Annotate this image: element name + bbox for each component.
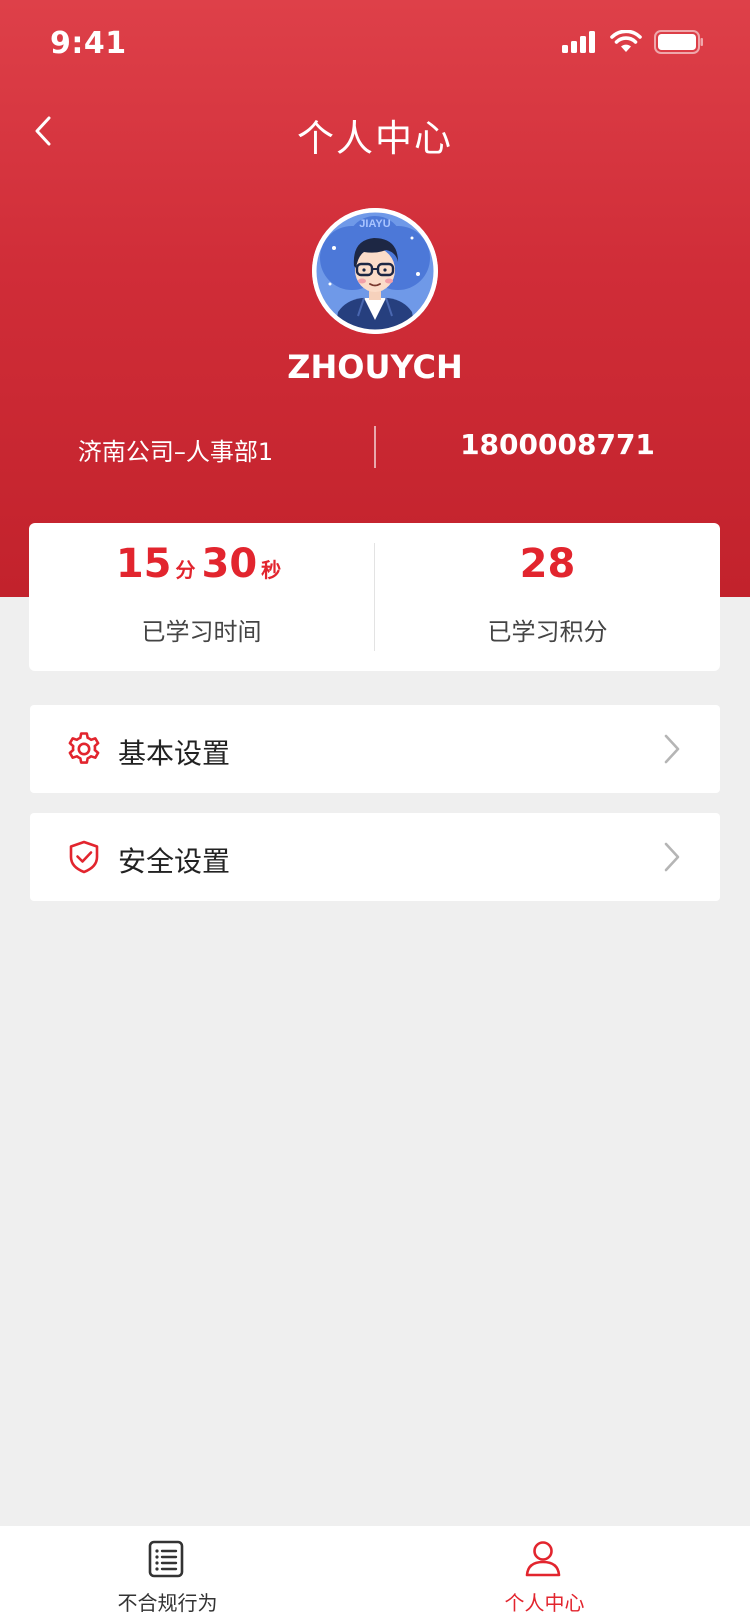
menu-item-basic-settings[interactable]: 基本设置 bbox=[30, 705, 720, 793]
wifi-icon bbox=[610, 30, 642, 52]
status-time: 9:41 bbox=[50, 26, 127, 61]
tab-label-personal-center: 个人中心 bbox=[504, 1591, 585, 1615]
study-time-value: 15 分 30 秒 bbox=[29, 541, 374, 587]
menu-item-security-settings[interactable]: 安全设置 bbox=[30, 813, 720, 901]
points-label: 已学习积分 bbox=[487, 618, 608, 646]
user-icon bbox=[525, 1541, 560, 1577]
study-minutes: 15 bbox=[115, 541, 172, 587]
profile-info-row: 济南公司–人事部1 1800008771 bbox=[0, 426, 750, 468]
tab-personal-center[interactable]: 个人中心 bbox=[375, 1526, 750, 1624]
minutes-unit: 分 bbox=[175, 558, 196, 582]
profile-header: 9:41 个人中心 JIAYU ZHOUYCH 济南公司–人事部1 180000… bbox=[0, 0, 750, 597]
tab-bar: 不合规行为 个人中心 bbox=[0, 1526, 750, 1624]
seconds-unit: 秒 bbox=[261, 558, 282, 582]
department-label: 济南公司–人事部1 bbox=[77, 438, 274, 466]
page-title: 个人中心 bbox=[297, 117, 453, 160]
menu-label-security-settings: 安全设置 bbox=[118, 845, 231, 878]
study-seconds: 30 bbox=[201, 541, 258, 587]
avatar-illustration: JIAYU bbox=[312, 208, 438, 334]
avatar[interactable]: JIAYU bbox=[312, 208, 438, 334]
gear-icon bbox=[68, 732, 100, 764]
nav-bar: 个人中心 bbox=[0, 96, 750, 166]
chevron-right-icon bbox=[664, 842, 680, 872]
signal-icon bbox=[562, 31, 595, 53]
tab-violations[interactable]: 不合规行为 bbox=[0, 1526, 375, 1624]
stats-card: 15 分 30 秒 已学习时间 28 已学习积分 bbox=[29, 523, 720, 671]
study-time-stat[interactable]: 15 分 30 秒 已学习时间 bbox=[29, 523, 374, 671]
document-list-icon bbox=[148, 1540, 183, 1578]
points-value: 28 bbox=[375, 541, 720, 587]
phone-number: 1800008771 bbox=[460, 428, 655, 461]
points-stat[interactable]: 28 已学习积分 bbox=[375, 523, 720, 671]
menu-label-basic-settings: 基本设置 bbox=[118, 737, 231, 770]
chevron-right-icon bbox=[664, 734, 680, 764]
username: ZHOUYCH bbox=[287, 348, 463, 386]
study-time-label: 已学习时间 bbox=[141, 618, 262, 646]
points-number: 28 bbox=[519, 541, 576, 587]
tab-label-violations: 不合规行为 bbox=[117, 1591, 218, 1615]
status-icons bbox=[562, 30, 704, 54]
battery-icon bbox=[654, 30, 703, 54]
avatar-watermark: JIAYU bbox=[359, 218, 390, 230]
status-bar: 9:41 bbox=[0, 0, 750, 88]
shield-check-icon bbox=[69, 840, 99, 874]
